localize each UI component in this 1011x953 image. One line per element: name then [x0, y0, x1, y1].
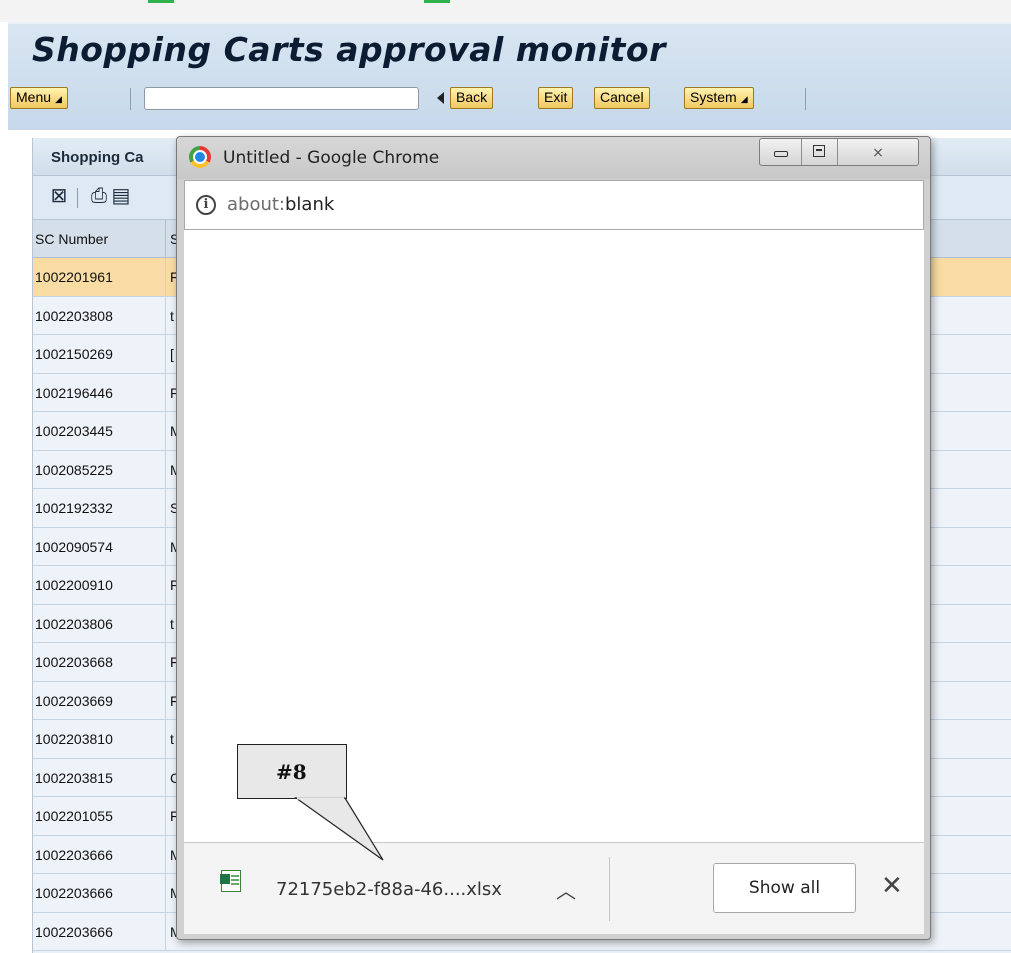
toolbar-separator [77, 188, 78, 208]
window-title: Untitled - Google Chrome [223, 148, 440, 168]
sc-number-cell[interactable]: 1002203666 [33, 874, 166, 912]
system-button[interactable]: System ◢ [684, 87, 754, 109]
sc-number-cell[interactable]: 1002203810 [33, 720, 166, 758]
download-separator [609, 857, 610, 921]
info-icon[interactable]: i [196, 195, 216, 215]
chevron-up-icon[interactable]: ︿ [556, 875, 576, 904]
maximize-button[interactable] [802, 139, 838, 165]
expand-left-icon[interactable] [437, 92, 444, 104]
description-cell[interactable]: t [170, 297, 174, 335]
close-icon: ⨯ [872, 144, 884, 160]
sc-number-cell[interactable]: 1002203445 [33, 412, 166, 450]
find-icon[interactable]: ⊠ [47, 184, 71, 208]
description-cell[interactable]: [ [170, 335, 174, 373]
sc-number-cell[interactable]: 1002201055 [33, 797, 166, 835]
dropdown-triangle-icon: ◢ [55, 94, 62, 104]
chrome-logo-icon [189, 146, 211, 168]
sc-number-cell[interactable]: 1002200910 [33, 566, 166, 604]
toolbar-separator [805, 88, 806, 110]
system-button-label: System [690, 89, 737, 105]
exit-button[interactable]: Exit [538, 87, 574, 109]
description-cell[interactable]: t [170, 605, 174, 643]
sc-number-cell[interactable]: 1002201961 [33, 258, 166, 296]
callout-pointer [294, 797, 384, 861]
print-icon[interactable]: ⎙ [87, 184, 111, 208]
description-cell[interactable]: t [170, 720, 174, 758]
cancel-button[interactable]: Cancel [594, 87, 650, 109]
callout-annotation: #8 [237, 744, 347, 799]
sc-number-cell[interactable]: 1002203669 [33, 681, 166, 719]
sc-number-cell[interactable]: 1002203666 [33, 835, 166, 873]
command-field[interactable] [144, 87, 419, 110]
url-scheme: about: [227, 194, 285, 215]
download-file-name[interactable]: 72175eb2-f88a-46....xlsx [276, 879, 502, 900]
panel-title: Shopping Ca [51, 149, 144, 166]
menu-button-label: Menu [16, 89, 52, 105]
sc-number-cell[interactable]: 1002203808 [33, 296, 166, 334]
sc-number-cell[interactable]: 1002150269 [33, 335, 166, 373]
sap-header: Shopping Carts approval monitor Menu ◢ Ba… [8, 22, 1011, 130]
url-text: about:blank [227, 194, 334, 215]
sc-number-cell[interactable]: 1002085225 [33, 450, 166, 488]
sc-number-cell[interactable]: 1002203666 [33, 912, 166, 950]
window-controls: ⨯ [759, 138, 919, 166]
sap-toolbar: Menu ◢ Back Exit Cancel System ◢ [8, 84, 1011, 120]
sc-number-cell[interactable]: 1002203815 [33, 758, 166, 796]
close-window-button[interactable]: ⨯ [838, 139, 918, 165]
tab-indicator [148, 0, 174, 3]
show-all-button[interactable]: Show all [713, 863, 856, 913]
column-header-sc-number[interactable]: SC Number [33, 220, 166, 258]
close-icon[interactable]: ✕ [881, 871, 903, 901]
maximize-icon [813, 145, 825, 157]
minimize-icon [774, 151, 788, 157]
sc-number-cell[interactable]: 1002196446 [33, 373, 166, 411]
top-strip [0, 0, 1011, 22]
page-title: Shopping Carts approval monitor [32, 30, 666, 69]
chrome-titlebar[interactable]: Untitled - Google Chrome ⨯ [177, 137, 930, 179]
menu-button[interactable]: Menu ◢ [10, 87, 68, 109]
sc-number-cell[interactable]: 1002203668 [33, 643, 166, 681]
minimize-button[interactable] [760, 139, 802, 165]
sc-number-cell[interactable]: 1002203806 [33, 604, 166, 642]
chrome-popup-window[interactable]: Untitled - Google Chrome ⨯ i about:blank… [176, 136, 931, 940]
tab-indicator [424, 0, 450, 3]
sc-number-cell[interactable]: 1002192332 [33, 489, 166, 527]
dropdown-triangle-icon: ◢ [740, 94, 748, 104]
sc-number-cell[interactable]: 1002090574 [33, 527, 166, 565]
toolbar-separator [130, 88, 131, 110]
excel-file-icon[interactable] [220, 870, 241, 892]
callout-label: #8 [276, 760, 307, 784]
filter-icon[interactable]: ▤ [109, 184, 133, 208]
address-bar[interactable]: i about:blank [184, 180, 924, 230]
back-button[interactable]: Back [450, 87, 494, 109]
url-path: blank [285, 194, 335, 215]
